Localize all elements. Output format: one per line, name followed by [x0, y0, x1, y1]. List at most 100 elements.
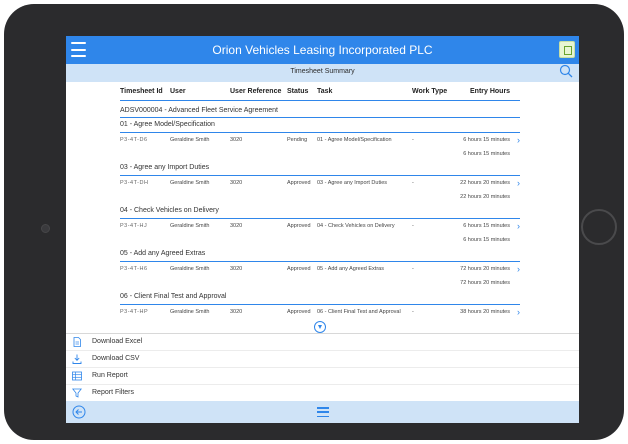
sub-header: Timesheet Summary	[66, 64, 579, 82]
timesheet-id: P3-4T-DH	[120, 180, 149, 186]
header-status[interactable]: Status	[287, 88, 308, 95]
reference-cell: 3020	[230, 223, 243, 229]
camera-dot	[41, 224, 50, 233]
app-screen: Orion Vehicles Leasing Incorporated PLC …	[66, 36, 579, 423]
group-total: 6 hours 15 minutes	[120, 147, 520, 161]
group-label: 05 - Add any Agreed Extras	[120, 250, 206, 257]
total-hours: 22 hours 20 minutes	[460, 194, 510, 200]
group-total: 22 hours 20 minutes	[120, 190, 520, 204]
table-row[interactable]: P3-4T-H6 Geraldine Smith 3020 Approved 0…	[120, 262, 520, 276]
report-actions: Download Excel Download CSV Run Report R…	[66, 333, 579, 402]
user-cell: Geraldine Smith	[170, 137, 210, 143]
task-group: 01 - Agree Model/Specification	[120, 118, 520, 133]
task-cell: 04 - Check Vehicles on Delivery	[317, 223, 395, 229]
hours-cell: 38 hours 20 minutes	[460, 309, 510, 315]
total-hours: 72 hours 20 minutes	[460, 280, 510, 286]
search-icon[interactable]	[559, 64, 573, 78]
group-label: 01 - Agree Model/Specification	[120, 121, 215, 128]
user-cell: Geraldine Smith	[170, 223, 210, 229]
reference-cell: 3020	[230, 266, 243, 272]
user-cell: Geraldine Smith	[170, 266, 210, 272]
group-total: 6 hours 15 minutes	[120, 233, 520, 247]
work-type-cell: -	[412, 309, 414, 315]
timesheet-id: P3-4T-HP	[120, 309, 149, 315]
timesheet-table: Timesheet Id User User Reference Status …	[120, 82, 520, 319]
chevron-right-icon[interactable]: ›	[517, 136, 520, 145]
top-bar: Orion Vehicles Leasing Incorporated PLC	[66, 36, 579, 64]
chevron-right-icon[interactable]: ›	[517, 222, 520, 231]
run-report-button[interactable]: Run Report	[66, 368, 579, 385]
action-label: Report Filters	[92, 389, 135, 396]
list-menu-icon[interactable]	[317, 407, 329, 417]
task-cell: 03 - Agree any Import Duties	[317, 180, 388, 186]
chevron-right-icon[interactable]: ›	[517, 308, 520, 317]
chevron-right-icon[interactable]: ›	[517, 265, 520, 274]
total-hours: 6 hours 15 minutes	[463, 151, 510, 157]
action-label: Download Excel	[92, 338, 143, 345]
group-label: 03 - Agree any Import Duties	[120, 164, 210, 171]
group-label: 06 - Client Final Test and Approval	[120, 293, 227, 300]
status-cell: Pending	[287, 137, 308, 143]
app-title: Orion Vehicles Leasing Incorporated PLC	[212, 43, 433, 57]
task-cell: 05 - Add any Agreed Extras	[317, 266, 384, 272]
report-filters-button[interactable]: Report Filters	[66, 385, 579, 402]
home-button[interactable]	[581, 209, 617, 245]
status-cell: Approved	[287, 180, 311, 186]
status-cell: Approved	[287, 309, 311, 315]
status-cell: Approved	[287, 223, 311, 229]
header-timesheet-id[interactable]: Timesheet Id	[120, 88, 163, 95]
action-label: Download CSV	[92, 355, 140, 362]
hours-cell: 6 hours 15 minutes	[463, 137, 510, 143]
work-type-cell: -	[412, 223, 414, 229]
work-type-cell: -	[412, 180, 414, 186]
task-cell: 01 - Agree Model/Specification	[317, 137, 392, 143]
scroll-down-indicator-icon[interactable]	[314, 321, 326, 333]
task-group: 05 - Add any Agreed Extras	[120, 247, 520, 262]
hours-cell: 22 hours 20 minutes	[460, 180, 510, 186]
total-hours: 6 hours 15 minutes	[463, 237, 510, 243]
excel-file-icon	[73, 337, 81, 347]
reference-cell: 3020	[230, 309, 243, 315]
contract-section: ADSV000004 - Advanced Fleet Service Agre…	[120, 101, 520, 118]
table-icon	[72, 371, 82, 381]
chevron-right-icon[interactable]: ›	[517, 179, 520, 188]
back-arrow-icon[interactable]	[72, 405, 86, 419]
header-user[interactable]: User	[170, 88, 186, 95]
bottom-bar	[66, 401, 579, 423]
document-icon[interactable]	[559, 41, 575, 58]
timesheet-id: P3-4T-D6	[120, 137, 148, 143]
user-cell: Geraldine Smith	[170, 180, 210, 186]
csv-file-icon	[72, 354, 82, 364]
table-row[interactable]: P3-4T-D6 Geraldine Smith 3020 Pending 01…	[120, 133, 520, 147]
group-label: 04 - Check Vehicles on Delivery	[120, 207, 219, 214]
table-row[interactable]: P3-4T-HJ Geraldine Smith 3020 Approved 0…	[120, 219, 520, 233]
status-cell: Approved	[287, 266, 311, 272]
download-excel-button[interactable]: Download Excel	[66, 334, 579, 351]
hours-cell: 72 hours 20 minutes	[460, 266, 510, 272]
section-label: ADSV000004 - Advanced Fleet Service Agre…	[120, 107, 278, 114]
header-work-type[interactable]: Work Type	[412, 88, 447, 95]
timesheet-id: P3-4T-H6	[120, 266, 148, 272]
header-entry-hours[interactable]: Entry Hours	[470, 88, 510, 95]
reference-cell: 3020	[230, 180, 243, 186]
header-user-reference[interactable]: User Reference	[230, 88, 281, 95]
table-header-row: Timesheet Id User User Reference Status …	[120, 82, 520, 101]
table-row[interactable]: P3-4T-HP Geraldine Smith 3020 Approved 0…	[120, 305, 520, 319]
page-title: Timesheet Summary	[290, 68, 355, 75]
task-group: 03 - Agree any Import Duties	[120, 161, 520, 176]
reference-cell: 3020	[230, 137, 243, 143]
work-type-cell: -	[412, 137, 414, 143]
hours-cell: 6 hours 15 minutes	[463, 223, 510, 229]
action-label: Run Report	[92, 372, 128, 379]
task-group: 06 - Client Final Test and Approval	[120, 290, 520, 305]
task-group: 04 - Check Vehicles on Delivery	[120, 204, 520, 219]
header-task[interactable]: Task	[317, 88, 332, 95]
table-row[interactable]: P3-4T-DH Geraldine Smith 3020 Approved 0…	[120, 176, 520, 190]
task-cell: 06 - Client Final Test and Approval	[317, 309, 401, 315]
tablet-frame: Orion Vehicles Leasing Incorporated PLC …	[4, 4, 624, 440]
group-total: 72 hours 20 minutes	[120, 276, 520, 290]
download-csv-button[interactable]: Download CSV	[66, 351, 579, 368]
user-cell: Geraldine Smith	[170, 309, 210, 315]
timesheet-id: P3-4T-HJ	[120, 223, 148, 229]
work-type-cell: -	[412, 266, 414, 272]
